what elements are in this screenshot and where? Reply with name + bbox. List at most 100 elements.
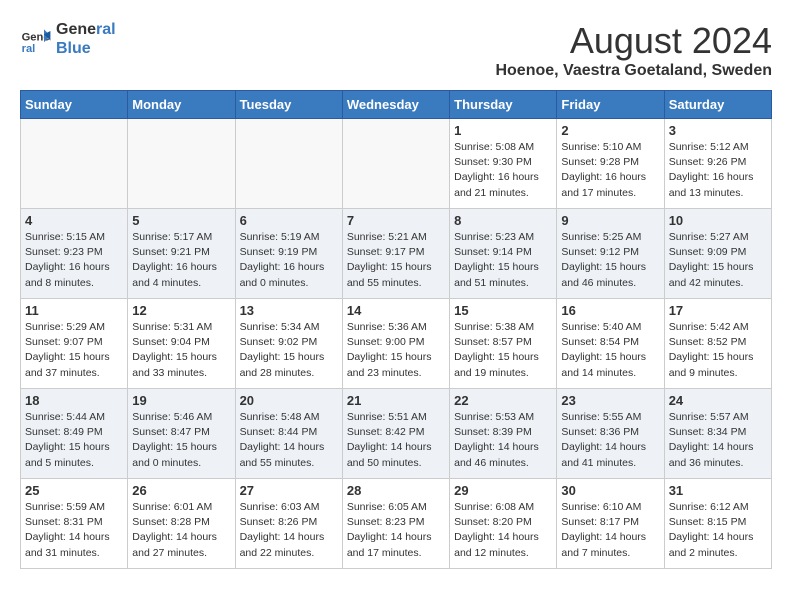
logo: Gene ral General Blue [20,20,116,58]
day-info: Sunrise: 6:03 AM Sunset: 8:26 PM Dayligh… [240,500,338,561]
calendar-cell: 27 Sunrise: 6:03 AM Sunset: 8:26 PM Dayli… [235,479,342,569]
day-info: Sunrise: 5:17 AM Sunset: 9:21 PM Dayligh… [132,230,230,291]
calendar-cell: 19 Sunrise: 5:46 AM Sunset: 8:47 PM Dayli… [128,389,235,479]
day-info: Sunrise: 6:01 AM Sunset: 8:28 PM Dayligh… [132,500,230,561]
weekday-header-friday: Friday [557,91,664,119]
day-info: Sunrise: 5:21 AM Sunset: 9:17 PM Dayligh… [347,230,445,291]
day-info: Sunrise: 5:23 AM Sunset: 9:14 PM Dayligh… [454,230,552,291]
calendar-cell: 14Sunrise: 5:36 AM Sunset: 9:00 PM Dayli… [342,299,449,389]
calendar-cell: 20Sunrise: 5:48 AM Sunset: 8:44 PM Dayli… [235,389,342,479]
weekday-header-monday: Monday [128,91,235,119]
day-number: 18 [25,393,123,408]
day-info: Sunrise: 5:25 AM Sunset: 9:12 PM Dayligh… [561,230,659,291]
page-header: Gene ral General Blue August 2024 Hoenoe… [20,20,772,80]
calendar-week-row: 18 Sunrise: 5:44 AM Sunset: 8:49 PM Dayli… [21,389,772,479]
day-info: Sunrise: 5:42 AM Sunset: 8:52 PM Dayligh… [669,320,767,381]
calendar-week-row: 1Sunrise: 5:08 AM Sunset: 9:30 PM Daylig… [21,119,772,209]
logo-line2: Blue [56,39,116,58]
month-title: August 2024 [495,20,772,62]
day-number: 17 [669,303,767,318]
title-block: August 2024 Hoenoe, Vaestra Goetaland, S… [495,20,772,80]
calendar-cell: 12 Sunrise: 5:31 AM Sunset: 9:04 PM Dayli… [128,299,235,389]
day-number: 7 [347,213,445,228]
day-number: 19 [132,393,230,408]
day-number: 21 [347,393,445,408]
calendar-cell: 13 Sunrise: 5:34 AM Sunset: 9:02 PM Dayli… [235,299,342,389]
calendar-week-row: 4Sunrise: 5:15 AM Sunset: 9:23 PM Daylig… [21,209,772,299]
location: Hoenoe, Vaestra Goetaland, Sweden [495,62,772,80]
day-number: 23 [561,393,659,408]
logo-icon: Gene ral [20,23,52,55]
day-number: 2 [561,123,659,138]
day-info: Sunrise: 5:46 AM Sunset: 8:47 PM Dayligh… [132,410,230,471]
weekday-header-row: SundayMondayTuesdayWednesdayThursdayFrid… [21,91,772,119]
day-number: 30 [561,483,659,498]
calendar-cell [21,119,128,209]
day-number: 27 [240,483,338,498]
calendar-cell: 5 Sunrise: 5:17 AM Sunset: 9:21 PM Daylig… [128,209,235,299]
calendar-cell: 23 Sunrise: 5:55 AM Sunset: 8:36 PM Dayli… [557,389,664,479]
day-info: Sunrise: 5:59 AM Sunset: 8:31 PM Dayligh… [25,500,123,561]
day-number: 3 [669,123,767,138]
calendar-table: SundayMondayTuesdayWednesdayThursdayFrid… [20,90,772,569]
day-number: 25 [25,483,123,498]
day-info: Sunrise: 5:55 AM Sunset: 8:36 PM Dayligh… [561,410,659,471]
day-number: 24 [669,393,767,408]
calendar-cell: 9Sunrise: 5:25 AM Sunset: 9:12 PM Daylig… [557,209,664,299]
day-info: Sunrise: 6:12 AM Sunset: 8:15 PM Dayligh… [669,500,767,561]
day-number: 12 [132,303,230,318]
calendar-cell: 21 Sunrise: 5:51 AM Sunset: 8:42 PM Dayli… [342,389,449,479]
calendar-cell: 16Sunrise: 5:40 AM Sunset: 8:54 PM Dayli… [557,299,664,389]
calendar-cell: 18 Sunrise: 5:44 AM Sunset: 8:49 PM Dayli… [21,389,128,479]
day-info: Sunrise: 5:40 AM Sunset: 8:54 PM Dayligh… [561,320,659,381]
calendar-cell: 15Sunrise: 5:38 AM Sunset: 8:57 PM Dayli… [450,299,557,389]
calendar-cell: 28 Sunrise: 6:05 AM Sunset: 8:23 PM Dayli… [342,479,449,569]
day-number: 20 [240,393,338,408]
weekday-header-sunday: Sunday [21,91,128,119]
day-info: Sunrise: 5:38 AM Sunset: 8:57 PM Dayligh… [454,320,552,381]
day-info: Sunrise: 5:51 AM Sunset: 8:42 PM Dayligh… [347,410,445,471]
day-info: Sunrise: 5:19 AM Sunset: 9:19 PM Dayligh… [240,230,338,291]
calendar-cell: 22 Sunrise: 5:53 AM Sunset: 8:39 PM Dayli… [450,389,557,479]
calendar-cell: 4Sunrise: 5:15 AM Sunset: 9:23 PM Daylig… [21,209,128,299]
calendar-cell: 24 Sunrise: 5:57 AM Sunset: 8:34 PM Dayli… [664,389,771,479]
day-info: Sunrise: 5:27 AM Sunset: 9:09 PM Dayligh… [669,230,767,291]
day-info: Sunrise: 5:44 AM Sunset: 8:49 PM Dayligh… [25,410,123,471]
day-number: 13 [240,303,338,318]
day-number: 11 [25,303,123,318]
day-number: 26 [132,483,230,498]
weekday-header-thursday: Thursday [450,91,557,119]
weekday-header-saturday: Saturday [664,91,771,119]
day-number: 1 [454,123,552,138]
calendar-cell [342,119,449,209]
day-info: Sunrise: 6:05 AM Sunset: 8:23 PM Dayligh… [347,500,445,561]
calendar-cell: 6 Sunrise: 5:19 AM Sunset: 9:19 PM Daylig… [235,209,342,299]
logo-line1: General [56,20,116,39]
calendar-cell [235,119,342,209]
day-number: 28 [347,483,445,498]
day-info: Sunrise: 5:53 AM Sunset: 8:39 PM Dayligh… [454,410,552,471]
day-info: Sunrise: 5:57 AM Sunset: 8:34 PM Dayligh… [669,410,767,471]
calendar-cell [128,119,235,209]
day-number: 8 [454,213,552,228]
day-info: Sunrise: 5:29 AM Sunset: 9:07 PM Dayligh… [25,320,123,381]
day-number: 6 [240,213,338,228]
calendar-cell: 31 Sunrise: 6:12 AM Sunset: 8:15 PM Dayli… [664,479,771,569]
calendar-cell: 11 Sunrise: 5:29 AM Sunset: 9:07 PM Dayli… [21,299,128,389]
day-number: 31 [669,483,767,498]
day-number: 22 [454,393,552,408]
calendar-cell: 25 Sunrise: 5:59 AM Sunset: 8:31 PM Dayli… [21,479,128,569]
calendar-cell: 1Sunrise: 5:08 AM Sunset: 9:30 PM Daylig… [450,119,557,209]
day-info: Sunrise: 5:31 AM Sunset: 9:04 PM Dayligh… [132,320,230,381]
calendar-cell: 29Sunrise: 6:08 AM Sunset: 8:20 PM Dayli… [450,479,557,569]
calendar-cell: 17 Sunrise: 5:42 AM Sunset: 8:52 PM Dayli… [664,299,771,389]
day-info: Sunrise: 5:34 AM Sunset: 9:02 PM Dayligh… [240,320,338,381]
calendar-cell: 7 Sunrise: 5:21 AM Sunset: 9:17 PM Daylig… [342,209,449,299]
weekday-header-tuesday: Tuesday [235,91,342,119]
calendar-week-row: 11 Sunrise: 5:29 AM Sunset: 9:07 PM Dayli… [21,299,772,389]
day-number: 5 [132,213,230,228]
svg-text:ral: ral [22,43,36,55]
day-info: Sunrise: 5:36 AM Sunset: 9:00 PM Dayligh… [347,320,445,381]
calendar-cell: 2Sunrise: 5:10 AM Sunset: 9:28 PM Daylig… [557,119,664,209]
day-info: Sunrise: 6:08 AM Sunset: 8:20 PM Dayligh… [454,500,552,561]
